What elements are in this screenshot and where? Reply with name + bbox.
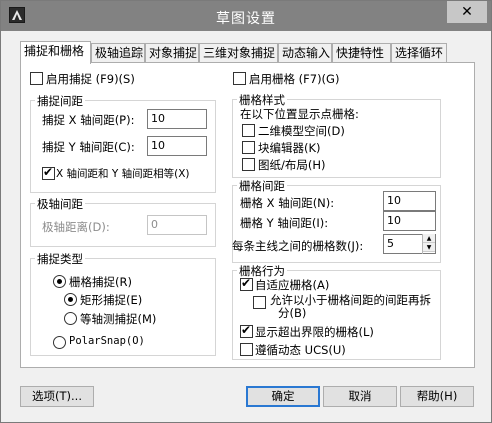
- major-line-spinner[interactable]: ▲ ▼: [422, 234, 435, 254]
- polar-distance-label: 极轴距离(D):: [42, 220, 110, 234]
- adaptive-grid-label: 自适应栅格(A): [255, 278, 330, 292]
- enable-snap-checkbox[interactable]: [30, 72, 43, 85]
- equal-spacing-checkbox[interactable]: [42, 165, 55, 180]
- polar-distance-input[interactable]: 0: [147, 215, 207, 235]
- grid-style-intro: 在以下位置显示点栅格:: [240, 107, 359, 121]
- tab-snap-and-grid[interactable]: 捕捉和栅格: [20, 41, 91, 64]
- polar-spacing-title: 极轴间距: [35, 196, 85, 212]
- subdivide-label: 允许以小于栅格间距的间距再拆 分(B): [270, 294, 431, 320]
- block-editor-checkbox[interactable]: [242, 141, 255, 154]
- model-space-label: 二维模型空间(D): [258, 124, 345, 138]
- block-editor-label: 块编辑器(K): [258, 141, 321, 155]
- tab-polar-tracking[interactable]: 极轴追踪: [91, 43, 145, 63]
- isometric-snap-label: 等轴测捕捉(M): [80, 312, 157, 326]
- grid-spacing-title: 栅格间距: [237, 178, 287, 194]
- snap-y-spacing-label: 捕捉 Y 轴间距(C):: [42, 140, 135, 154]
- snap-x-spacing-label: 捕捉 X 轴间距(P):: [42, 113, 135, 127]
- snap-type-title: 捕捉类型: [35, 251, 85, 267]
- enable-grid-checkbox[interactable]: [233, 72, 246, 85]
- enable-snap-label: 启用捕捉 (F9)(S): [46, 72, 135, 86]
- model-space-checkbox[interactable]: [242, 124, 255, 137]
- dialog-title: 草图设置: [216, 11, 276, 27]
- help-button[interactable]: 帮助(H): [400, 386, 474, 407]
- cancel-button[interactable]: 取消: [323, 386, 397, 407]
- beyond-limits-label: 显示超出界限的栅格(L): [255, 325, 374, 339]
- close-icon[interactable]: ✕: [447, 1, 487, 23]
- rectangular-snap-label: 矩形捕捉(E): [80, 293, 143, 307]
- tab-dynamic-input[interactable]: 动态输入: [278, 43, 332, 63]
- subdivide-label-line1: 允许以小于栅格间距的间距再拆: [270, 293, 431, 307]
- grid-y-spacing-label: 栅格 Y 轴间距(I):: [240, 216, 329, 230]
- grid-x-spacing-input[interactable]: 10: [383, 191, 436, 211]
- drafting-settings-dialog: 草图设置 ✕ 捕捉和栅格 极轴追踪 对象捕捉 三维对象捕捉 动态输入 快捷特性 …: [0, 0, 492, 423]
- snap-spacing-title: 捕捉间距: [35, 93, 85, 109]
- equal-spacing-label: X 轴间距和 Y 轴间距相等(X): [56, 168, 190, 180]
- beyond-limits-checkbox[interactable]: [240, 323, 253, 338]
- snap-y-spacing-input[interactable]: 10: [147, 136, 207, 156]
- grid-snap-label: 栅格捕捉(R): [69, 275, 132, 289]
- tab-object-snap[interactable]: 对象捕捉: [145, 43, 199, 63]
- polarsnap-label: PolarSnap(O): [69, 335, 145, 347]
- snap-x-spacing-input[interactable]: 10: [147, 109, 207, 129]
- subdivide-label-line2: 分(B): [278, 306, 307, 320]
- spin-up-icon[interactable]: ▲: [423, 234, 435, 243]
- options-button[interactable]: 选项(T)...: [20, 386, 94, 407]
- isometric-snap-radio[interactable]: [64, 312, 77, 325]
- grid-x-spacing-label: 栅格 X 轴间距(N):: [240, 196, 335, 210]
- sheet-layout-checkbox[interactable]: [242, 158, 255, 171]
- rectangular-snap-radio[interactable]: [64, 293, 77, 306]
- grid-y-spacing-input[interactable]: 10: [383, 211, 436, 231]
- spin-down-icon[interactable]: ▼: [423, 243, 435, 252]
- sheet-layout-label: 图纸/布局(H): [258, 158, 326, 172]
- follow-ucs-label: 遵循动态 UCS(U): [255, 343, 346, 357]
- subdivide-checkbox[interactable]: [253, 296, 266, 309]
- tab-quick-properties[interactable]: 快捷特性: [332, 43, 391, 63]
- follow-ucs-checkbox[interactable]: [240, 343, 253, 356]
- tab-panel-snap-and-grid: 启用捕捉 (F9)(S) 捕捉间距 捕捉 X 轴间距(P): 10 捕捉 Y 轴…: [20, 62, 475, 368]
- ok-button[interactable]: 确定: [246, 386, 320, 407]
- adaptive-grid-checkbox[interactable]: [240, 276, 253, 291]
- grid-snap-radio[interactable]: [53, 275, 66, 288]
- enable-grid-label: 启用栅格 (F7)(G): [249, 72, 340, 86]
- tab-3d-object-snap[interactable]: 三维对象捕捉: [199, 43, 278, 63]
- polarsnap-radio[interactable]: [53, 336, 66, 349]
- major-line-label: 每条主线之间的栅格数(J):: [232, 239, 364, 253]
- major-line-value: 5: [387, 237, 394, 250]
- title-bar[interactable]: 草图设置 ✕: [1, 1, 491, 31]
- tab-selection-cycling[interactable]: 选择循环: [391, 43, 447, 63]
